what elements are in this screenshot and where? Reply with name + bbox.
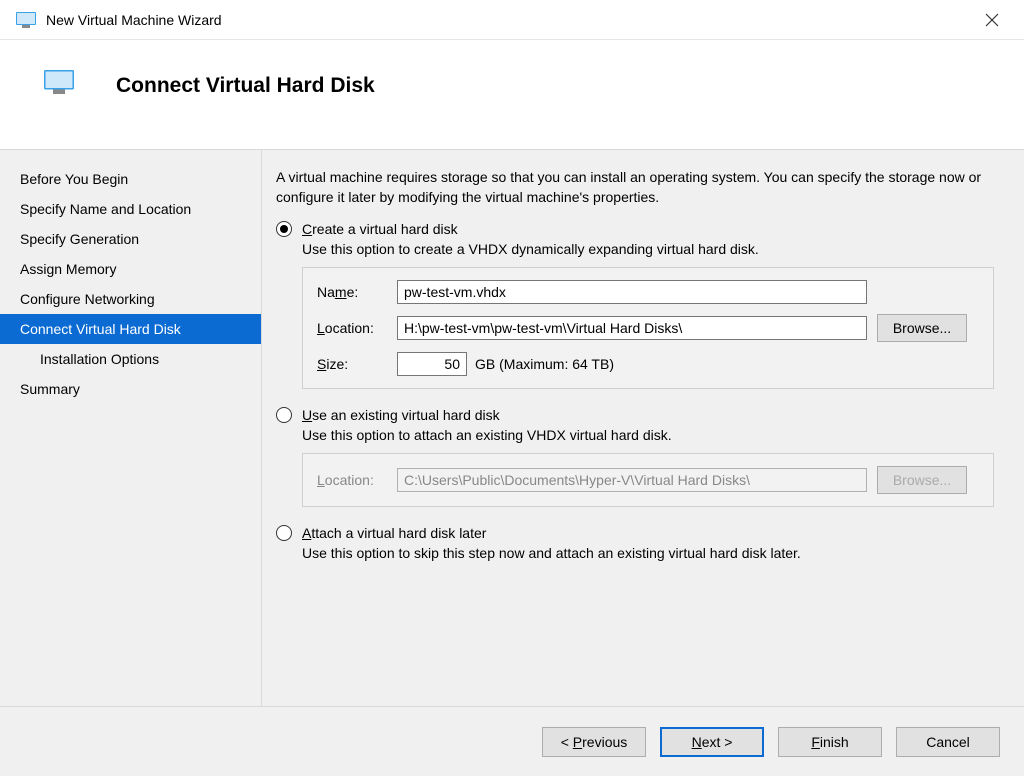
main-panel: A virtual machine requires storage so th… <box>262 150 1024 706</box>
size-unit-label: GB (Maximum: 64 TB) <box>475 356 614 372</box>
close-button[interactable] <box>972 5 1012 35</box>
sidebar-item-assign-memory[interactable]: Assign Memory <box>0 254 261 284</box>
existing-location-label: Location: <box>317 472 397 488</box>
page-header: Connect Virtual Hard Disk <box>0 40 1024 150</box>
existing-browse-button: Browse... <box>877 466 967 494</box>
radio-use-existing-label: Use an existing virtual hard disk <box>302 407 500 423</box>
sidebar-item-installation-options[interactable]: Installation Options <box>0 344 261 374</box>
sidebar-item-summary[interactable]: Summary <box>0 374 261 404</box>
intro-text: A virtual machine requires storage so th… <box>276 168 1006 207</box>
location-input[interactable] <box>397 316 867 340</box>
titlebar: New Virtual Machine Wizard <box>0 0 1024 40</box>
existing-location-input <box>397 468 867 492</box>
sidebar-item-connect-vhd[interactable]: Connect Virtual Hard Disk <box>0 314 261 344</box>
next-button[interactable]: Next > <box>660 727 764 757</box>
sidebar-item-specify-generation[interactable]: Specify Generation <box>0 224 261 254</box>
option-attach-later: Attach a virtual hard disk later Use thi… <box>276 525 1006 561</box>
name-label: Name: <box>317 284 397 300</box>
location-label: Location: <box>317 320 397 336</box>
option-later-desc: Use this option to skip this step now an… <box>302 545 1006 561</box>
create-fields-group: Name: Location: Browse... Size: GB (Maxi… <box>302 267 994 389</box>
wizard-footer: < Previous Next > Finish Cancel <box>0 706 1024 776</box>
radio-create-vhd[interactable] <box>276 221 292 237</box>
existing-fields-group: Location: Browse... <box>302 453 994 507</box>
option-create-desc: Use this option to create a VHDX dynamic… <box>302 241 1006 257</box>
close-icon <box>985 13 999 27</box>
option-existing-desc: Use this option to attach an existing VH… <box>302 427 1006 443</box>
previous-button[interactable]: < Previous <box>542 727 646 757</box>
radio-attach-later[interactable] <box>276 525 292 541</box>
radio-create-vhd-label: Create a virtual hard disk <box>302 221 458 237</box>
finish-button[interactable]: Finish <box>778 727 882 757</box>
sidebar-item-before-you-begin[interactable]: Before You Begin <box>0 164 261 194</box>
name-input[interactable] <box>397 280 867 304</box>
browse-button[interactable]: Browse... <box>877 314 967 342</box>
option-use-existing-vhd: Use an existing virtual hard disk Use th… <box>276 407 1006 507</box>
size-input[interactable] <box>397 352 467 376</box>
window-title: New Virtual Machine Wizard <box>46 12 222 28</box>
sidebar-item-configure-networking[interactable]: Configure Networking <box>0 284 261 314</box>
radio-use-existing-vhd[interactable] <box>276 407 292 423</box>
cancel-button[interactable]: Cancel <box>896 727 1000 757</box>
size-label: Size: <box>317 356 397 372</box>
wizard-steps-sidebar: Before You Begin Specify Name and Locati… <box>0 150 262 706</box>
monitor-icon <box>16 12 36 28</box>
option-create-vhd: Create a virtual hard disk Use this opti… <box>276 221 1006 389</box>
monitor-icon <box>44 70 74 94</box>
page-title: Connect Virtual Hard Disk <box>116 74 375 98</box>
sidebar-item-specify-name[interactable]: Specify Name and Location <box>0 194 261 224</box>
radio-attach-later-label: Attach a virtual hard disk later <box>302 525 486 541</box>
